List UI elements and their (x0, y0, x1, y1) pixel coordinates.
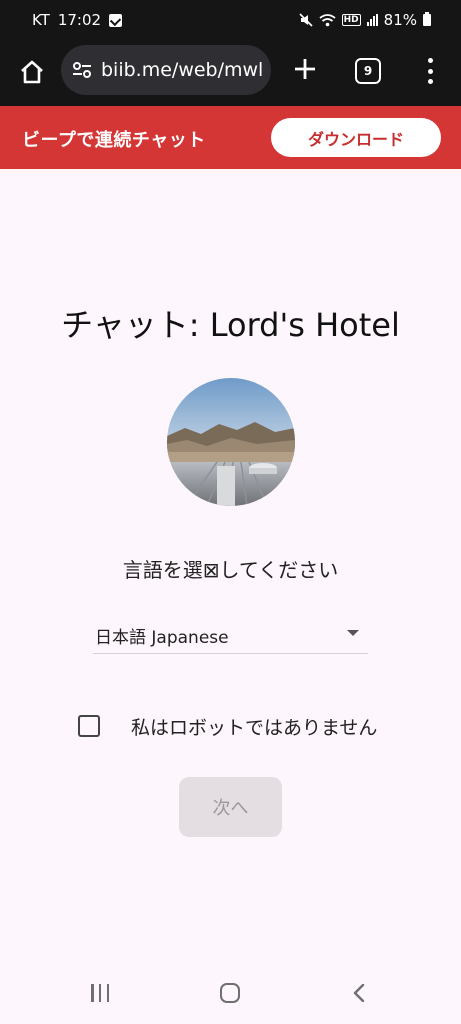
tab-count: 9 (363, 64, 373, 78)
back-icon[interactable] (352, 984, 366, 1002)
banner-title: ビープで連続チャット (22, 130, 206, 151)
tabs-icon[interactable]: 9 (355, 58, 381, 84)
status-bar: KT 17:02 HD 81% (0, 0, 461, 40)
url-text[interactable]: biib.me/web/mwl (101, 59, 263, 81)
battery-icon (423, 12, 431, 26)
clock: 17:02 (57, 11, 102, 29)
signal-icon (366, 14, 378, 26)
next-button[interactable]: 次へ (179, 777, 282, 837)
notification-check-icon (109, 13, 123, 27)
home-icon (21, 60, 43, 84)
avatar (167, 378, 295, 506)
hd-icon: HD (341, 14, 361, 26)
status-left: KT 17:02 (32, 11, 123, 29)
system-nav-bar (0, 964, 461, 1024)
language-select-value[interactable]: 日本語 Japanese (95, 623, 229, 648)
hotel-avatar-image (167, 378, 295, 506)
status-right: HD 81% (299, 11, 431, 29)
recent-apps-icon[interactable] (91, 984, 109, 1002)
home-nav-icon[interactable] (220, 983, 240, 1003)
home-button[interactable] (14, 54, 50, 90)
wifi-icon (319, 13, 336, 26)
plus-icon[interactable] (290, 54, 320, 84)
mute-icon (299, 13, 313, 27)
page-title: チャット: Lord's Hotel (61, 306, 400, 344)
language-select[interactable]: 日本語 Japanese (93, 618, 368, 654)
more-vert-icon[interactable] (420, 56, 440, 86)
robot-check-row: 私はロボットではありません (78, 712, 377, 740)
robot-checkbox-label[interactable]: 私はロボットではありません (131, 713, 377, 740)
chevron-down-icon[interactable] (347, 630, 359, 636)
download-button[interactable]: ダウンロード (271, 118, 441, 157)
robot-checkbox[interactable] (78, 715, 100, 737)
language-prompt: 言語を選⊠してください (122, 558, 339, 582)
battery-percent: 81% (383, 11, 417, 29)
carrier-label: KT (32, 11, 50, 29)
browser-toolbar: biib.me/web/mwl 9 (0, 40, 461, 106)
address-bar[interactable]: biib.me/web/mwl (61, 45, 271, 95)
site-settings-icon[interactable] (71, 59, 93, 81)
